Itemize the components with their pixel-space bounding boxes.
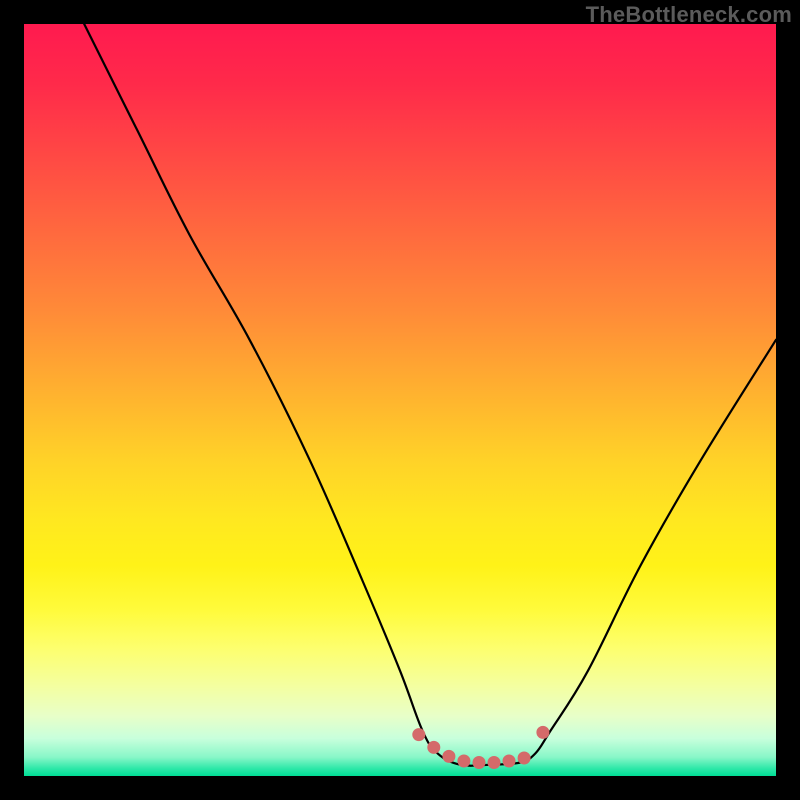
flat-region-dot (473, 756, 486, 769)
flat-region-dot (488, 756, 501, 769)
chart-frame: TheBottleneck.com (0, 0, 800, 800)
flat-region-dot (536, 726, 549, 739)
flat-region-dot (457, 755, 470, 768)
bottleneck-curve-path (84, 24, 776, 766)
flat-region-dot (503, 755, 516, 768)
watermark-text: TheBottleneck.com (586, 2, 792, 28)
flat-region-dot (427, 741, 440, 754)
flat-region-dot (412, 728, 425, 741)
flat-region-dot (442, 750, 455, 763)
flat-region-markers (412, 726, 549, 769)
bottleneck-gradient-plot (24, 24, 776, 776)
bottleneck-curve-svg (24, 24, 776, 776)
flat-region-dot (518, 752, 531, 765)
curve-layer (84, 24, 776, 766)
